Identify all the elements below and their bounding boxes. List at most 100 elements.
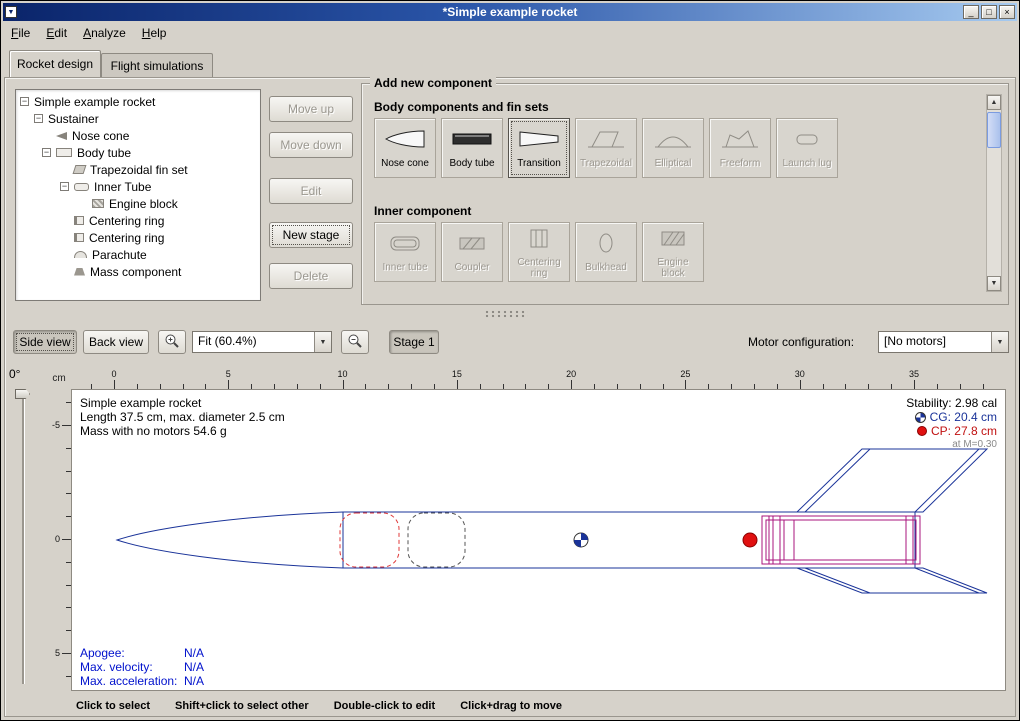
nose-cone-outline[interactable] (117, 512, 343, 568)
v-ruler-label: 5 (55, 648, 60, 658)
mass-component-outline[interactable] (408, 513, 465, 567)
tree-item-label: Centering ring (89, 231, 164, 245)
tree-item-label: Parachute (92, 248, 147, 262)
inner-component-section-label: Inner component (374, 204, 471, 218)
tree-item-nose-cone[interactable]: Nose cone (16, 127, 260, 144)
window-menu-icon[interactable]: ▼ (5, 6, 17, 18)
cg-value: CG: 20.4 cm (930, 410, 997, 424)
add-nose-cone-button[interactable]: Nose cone (374, 118, 436, 178)
add-trapezoidal-fin-button[interactable]: Trapezoidal (575, 118, 637, 178)
split-pane-divider[interactable] (484, 310, 528, 318)
h-ruler-label: 25 (680, 369, 690, 379)
motor-configuration-combo[interactable]: [No motors] ▼ (878, 331, 1009, 353)
h-ruler-label: 35 (909, 369, 919, 379)
mass-component-icon (74, 268, 85, 276)
stage-1-toggle[interactable]: Stage 1 (389, 330, 439, 354)
mach-value: at M=0.30 (952, 438, 997, 452)
new-stage-button[interactable]: New stage (269, 222, 353, 248)
tree-item-centering-ring-1[interactable]: Centering ring (16, 212, 260, 229)
v-ruler-label: 0 (55, 534, 60, 544)
ruler-tick (343, 380, 344, 389)
fin-set-icon (73, 165, 87, 174)
component-tree[interactable]: −Simple example rocket −Sustainer Nose c… (15, 89, 261, 301)
menu-bar: File Edit Analyze Help (3, 22, 1017, 44)
move-down-button[interactable]: Move down (269, 132, 353, 158)
zoom-level-combo[interactable]: Fit (60.4%) ▼ (192, 331, 332, 353)
rocket-mass: Mass with no motors 54.6 g (80, 424, 285, 438)
tree-item-engine-block[interactable]: Engine block (16, 195, 260, 212)
rotation-value: 0° (9, 367, 20, 381)
cp-icon (917, 426, 927, 436)
add-coupler-button[interactable]: Coupler (441, 222, 503, 282)
minimize-button[interactable]: _ (963, 5, 979, 19)
delete-button[interactable]: Delete (269, 263, 353, 289)
component-panel-scrollbar[interactable]: ▲ ▼ (986, 94, 1002, 292)
tree-item-body-tube[interactable]: −Body tube (16, 144, 260, 161)
max-velocity-value: N/A (184, 660, 204, 674)
tree-expander-icon[interactable]: − (20, 97, 29, 106)
tree-item-fin-set[interactable]: Trapezoidal fin set (16, 161, 260, 178)
engine-block-icon (92, 199, 104, 208)
status-bar: Click to select Shift+click to select ot… (76, 700, 1009, 716)
inner-tube-outline[interactable] (762, 516, 920, 564)
parachute-icon (74, 251, 87, 258)
elliptical-fin-icon (651, 127, 695, 156)
tree-item-sustainer[interactable]: −Sustainer (16, 110, 260, 127)
hint-double-click: Double-click to edit (334, 700, 435, 712)
menu-help[interactable]: Help (134, 24, 175, 42)
nose-cone-icon (383, 127, 427, 156)
chevron-down-icon[interactable]: ▼ (314, 332, 331, 352)
title-bar[interactable]: ▼ *Simple example rocket _ □ × (3, 3, 1017, 21)
h-ruler-label: 20 (566, 369, 576, 379)
tab-flight-simulations[interactable]: Flight simulations (101, 53, 213, 77)
tree-item-centering-ring-2[interactable]: Centering ring (16, 229, 260, 246)
scrollbar-thumb[interactable] (987, 112, 1001, 148)
add-transition-button[interactable]: Transition (508, 118, 570, 178)
maximize-button[interactable]: □ (981, 5, 997, 19)
max-acceleration-value: N/A (184, 674, 204, 688)
rotation-slider-handle[interactable] (15, 389, 30, 399)
nose-cone-icon (56, 132, 67, 140)
zoom-in-button[interactable] (158, 330, 186, 354)
move-up-button[interactable]: Move up (269, 96, 353, 122)
tree-expander-icon[interactable]: − (42, 148, 51, 157)
menu-file[interactable]: File (3, 24, 38, 42)
edit-button[interactable]: Edit (269, 178, 353, 204)
add-freeform-fin-button[interactable]: Freeform (709, 118, 771, 178)
add-new-component-panel: Add new component Body components and fi… (361, 83, 1009, 305)
tree-item-inner-tube[interactable]: −Inner Tube (16, 178, 260, 195)
chevron-down-icon[interactable]: ▼ (991, 332, 1008, 352)
tab-rocket-design[interactable]: Rocket design (9, 50, 101, 77)
add-inner-tube-button[interactable]: Inner tube (374, 222, 436, 282)
cp-value: CP: 27.8 cm (931, 424, 997, 438)
ruler-tick (62, 425, 71, 426)
tree-item-rocket[interactable]: −Simple example rocket (16, 93, 260, 110)
add-launch-lug-button[interactable]: Launch lug (776, 118, 838, 178)
add-engine-block-button[interactable]: Engine block (642, 222, 704, 282)
ruler-tick (571, 380, 572, 389)
tree-item-parachute[interactable]: Parachute (16, 246, 260, 263)
side-view-button[interactable]: Side view (13, 330, 77, 354)
add-bulkhead-button[interactable]: Bulkhead (575, 222, 637, 282)
tree-expander-icon[interactable]: − (34, 114, 43, 123)
tree-expander-icon[interactable]: − (60, 182, 69, 191)
v-ruler-label: -5 (52, 420, 60, 430)
scroll-up-icon[interactable]: ▲ (987, 95, 1001, 110)
close-button[interactable]: × (999, 5, 1015, 19)
parachute-outline[interactable] (340, 513, 399, 567)
back-view-button[interactable]: Back view (83, 330, 149, 354)
scroll-down-icon[interactable]: ▼ (987, 276, 1001, 291)
menu-edit[interactable]: Edit (38, 24, 75, 42)
add-centering-ring-button[interactable]: Centering ring (508, 222, 570, 282)
rocket-design-canvas[interactable]: Simple example rocket Length 37.5 cm, ma… (71, 389, 1006, 691)
fin-set-outline[interactable] (797, 449, 987, 593)
rotation-slider-track[interactable] (22, 393, 25, 684)
add-elliptical-fin-button[interactable]: Elliptical (642, 118, 704, 178)
tree-item-mass-component[interactable]: Mass component (16, 263, 260, 280)
vertical-ruler: -5 0 5 (47, 389, 71, 691)
add-body-tube-button[interactable]: Body tube (441, 118, 503, 178)
zoom-out-button[interactable] (341, 330, 369, 354)
body-tube-icon (450, 127, 494, 156)
menu-analyze[interactable]: Analyze (75, 24, 134, 42)
freeform-fin-icon (718, 127, 762, 156)
